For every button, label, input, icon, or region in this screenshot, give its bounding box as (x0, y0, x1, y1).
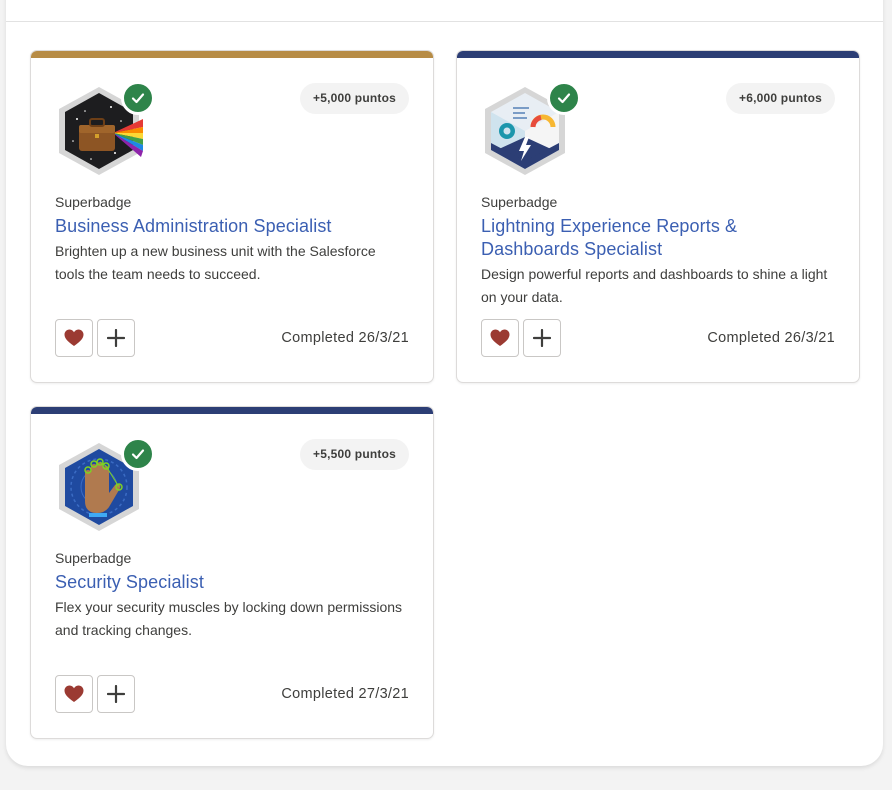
favorite-button[interactable] (55, 319, 93, 357)
card-description: Flex your security muscles by locking do… (55, 599, 403, 638)
plus-icon (533, 329, 551, 347)
heart-icon (64, 329, 84, 346)
card-accent-bar (31, 407, 433, 414)
badge-card: +5,500 puntos Superbadge Security Specia… (30, 406, 434, 739)
dashboard-lightning-badge-icon[interactable] (481, 81, 581, 177)
card-accent-bar (457, 51, 859, 58)
plus-icon (107, 329, 125, 347)
hand-scan-badge-icon[interactable] (55, 437, 155, 533)
heart-icon (490, 329, 510, 346)
card-description: Brighten up a new business unit with the… (55, 243, 376, 282)
card-title-link[interactable]: Security Specialist (55, 571, 395, 594)
add-to-list-button[interactable] (97, 675, 135, 713)
completed-date: Completed 27/3/21 (281, 686, 409, 702)
completed-check-badge (121, 81, 155, 115)
check-icon (557, 93, 571, 104)
heart-icon (64, 685, 84, 702)
card-type-label: Superbadge (55, 194, 132, 210)
points-pill: +6,000 puntos (726, 83, 835, 114)
favorite-button[interactable] (481, 319, 519, 357)
card-type-label: Superbadge (55, 550, 132, 566)
check-icon (131, 93, 145, 104)
card-title-link[interactable]: Lightning Experience Reports & Dashboard… (481, 215, 821, 261)
badge-card: +5,000 puntos Superbadge Business Admini… (30, 50, 434, 383)
add-to-list-button[interactable] (523, 319, 561, 357)
completed-check-badge (121, 437, 155, 471)
plus-icon (107, 685, 125, 703)
card-title-link[interactable]: Business Administration Specialist (55, 215, 395, 238)
badge-card: +6,000 puntos Superbadge Lightning Exper… (456, 50, 860, 383)
points-pill: +5,000 puntos (300, 83, 409, 114)
check-icon (131, 449, 145, 460)
panel-divider (6, 21, 883, 22)
briefcase-prism-badge-icon[interactable] (55, 81, 155, 177)
card-description: Design powerful reports and dashboards t… (481, 266, 828, 305)
favorite-button[interactable] (55, 675, 93, 713)
completed-check-badge (547, 81, 581, 115)
card-accent-bar (31, 51, 433, 58)
add-to-list-button[interactable] (97, 319, 135, 357)
points-pill: +5,500 puntos (300, 439, 409, 470)
completed-date: Completed 26/3/21 (281, 330, 409, 346)
card-type-label: Superbadge (481, 194, 558, 210)
completed-date: Completed 26/3/21 (707, 330, 835, 346)
